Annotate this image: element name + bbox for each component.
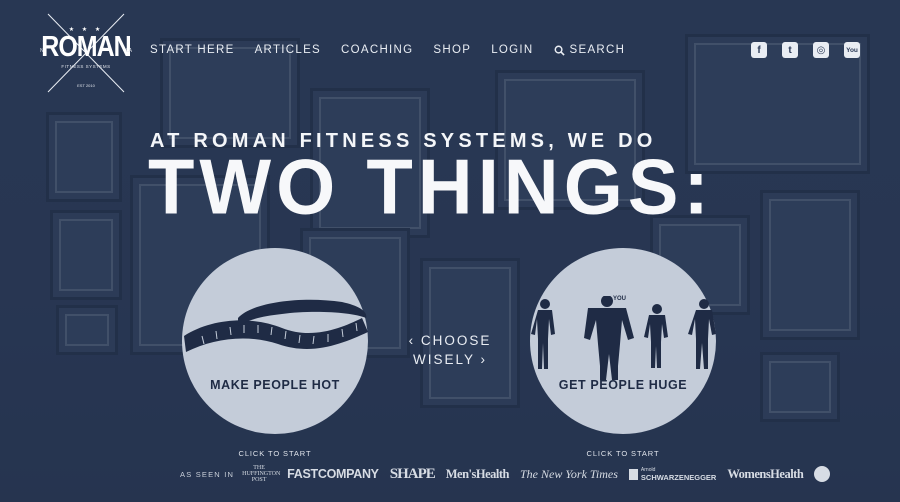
body-silhouettes-icon [531, 296, 716, 380]
youtube-icon[interactable]: You [844, 42, 860, 58]
social-links: f t ◎ You [751, 42, 860, 58]
you-label: YOU [613, 296, 627, 302]
logo-tagline: FITNESS SYSTEMS [61, 64, 111, 69]
arnold-mark-icon [628, 468, 638, 480]
get-people-huge-label: GET PEOPLE HUGE [558, 378, 688, 392]
instagram-icon[interactable]: ◎ [813, 42, 829, 58]
facebook-icon[interactable]: f [751, 42, 767, 58]
brand-logo[interactable]: ★ ★ ★ NY ROMAN LA FITNESS SYSTEMS EST 20… [40, 12, 132, 94]
shape-logo: SHAPE [389, 465, 436, 482]
arnold-schwarzenegger-logo: Arnold SCHWARZENEGGER [628, 467, 717, 482]
logo-wordmark: ROMAN [41, 30, 131, 64]
fast-company-logo: FASTCOMPANY [287, 467, 379, 481]
wisely-line: WISELY › [412, 352, 487, 367]
nav-start-here[interactable]: START HERE [150, 44, 235, 56]
click-to-start-left[interactable]: CLICK TO START [182, 449, 368, 458]
womens-health-logo: WomensHealth [727, 466, 804, 481]
choose-line: ‹ CHOOSE [408, 333, 492, 348]
as-seen-in-label: AS SEEN IN [180, 469, 235, 479]
logo-city-right: LA [125, 48, 132, 54]
hero-headline: TWO THINGS: [148, 144, 714, 231]
click-to-start-right[interactable]: CLICK TO START [530, 449, 716, 458]
abc-logo: abc [814, 466, 831, 482]
search-icon [554, 45, 565, 56]
nav-search[interactable]: SEARCH [554, 44, 626, 56]
background-photo [0, 0, 900, 502]
main-nav: START HERE ARTICLES COACHING SHOP LOGIN … [150, 44, 645, 56]
make-people-hot-button[interactable]: MAKE PEOPLE HOT [182, 248, 368, 434]
mens-health-logo: Men'sHealth [445, 466, 510, 481]
nav-login[interactable]: LOGIN [491, 44, 533, 56]
new-york-times-logo: The New York Times [520, 466, 618, 481]
nav-search-label: SEARCH [569, 44, 626, 56]
make-people-hot-label: MAKE PEOPLE HOT [210, 378, 340, 392]
press-logos-bar: AS SEEN IN THE HUFFINGTON POST FASTCOMPA… [180, 462, 841, 486]
get-people-huge-button[interactable]: YOU GET PEOPLE HUGE [530, 248, 716, 434]
choose-wisely-prompt: ‹ CHOOSE WISELY › [395, 331, 505, 369]
logo-established: EST 2010 [77, 83, 95, 88]
twitter-icon[interactable]: t [782, 42, 798, 58]
huffington-post-logo: THE HUFFINGTON POST [242, 465, 281, 483]
nav-shop[interactable]: SHOP [433, 44, 471, 56]
arnold-label: SCHWARZENEGGER [640, 473, 717, 482]
nav-articles[interactable]: ARTICLES [255, 44, 321, 56]
nav-coaching[interactable]: COACHING [341, 44, 413, 56]
